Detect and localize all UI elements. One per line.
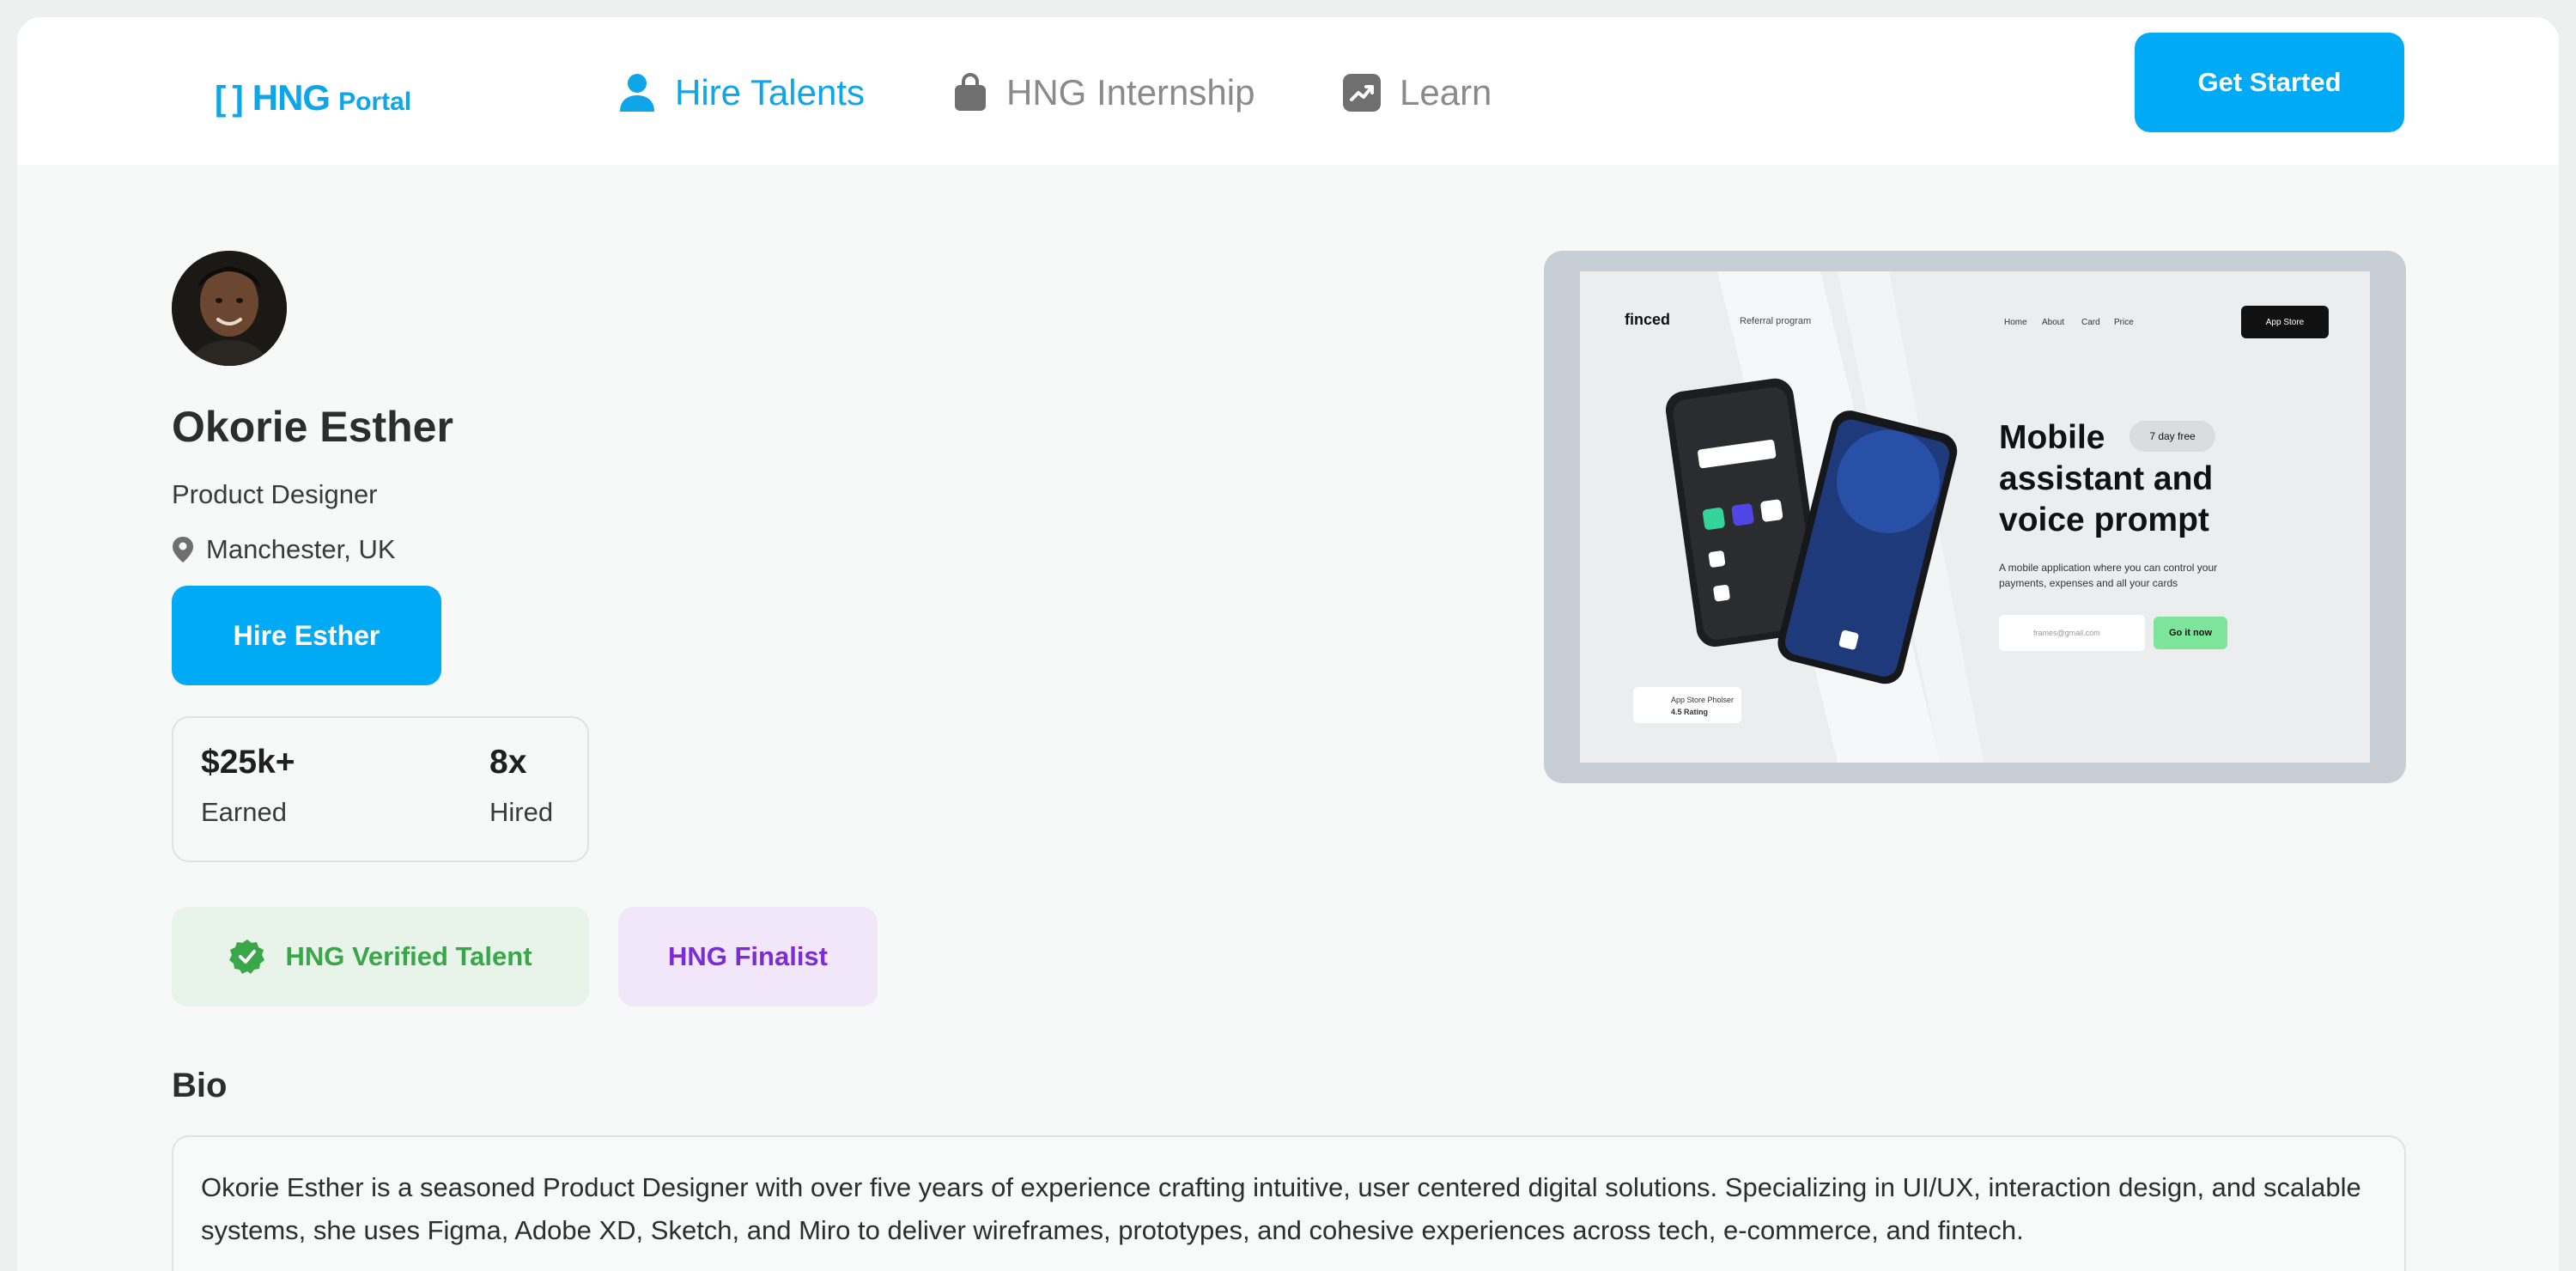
mockup-nav-about: About — [2042, 318, 2065, 327]
mockup-rating-title: App Store Pholser — [1671, 696, 1735, 704]
mockup-email-input: frames@gmail.com — [1999, 615, 2145, 651]
talent-role: Product Designer — [172, 479, 378, 509]
location-pin-icon — [173, 537, 193, 563]
nav-learn-label: Learn — [1400, 72, 1492, 113]
mockup-headline: Mobile assistant and voice prompt — [1999, 419, 2214, 538]
talent-name: Okorie Esther — [172, 403, 453, 451]
stats-card: $25k+ Earned 8x Hired — [172, 716, 589, 862]
get-started-button[interactable]: Get Started — [2135, 33, 2404, 132]
logo-main-text: HNG — [252, 77, 331, 118]
mockup-nav-home: Home — [2004, 318, 2027, 327]
mockup-go-button: Go it now — [2154, 617, 2227, 649]
avatar — [172, 251, 287, 366]
bio-card: Okorie Esther is a seasoned Product Desi… — [172, 1135, 2406, 1271]
mockup-nav-price: Price — [2114, 318, 2134, 327]
nav-hire-talents-label: Hire Talents — [675, 72, 865, 113]
talent-location: Manchester, UK — [172, 534, 396, 565]
avatar-portrait-icon — [172, 251, 287, 366]
nav-hng-internship[interactable]: HNG Internship — [953, 72, 1255, 113]
mockup-rating-card: App Store Pholser 4.5 Rating — [1633, 687, 1741, 723]
portfolio-preview[interactable]: finced Referral program Home About Card … — [1544, 251, 2406, 783]
portfolio-mockup-image: finced Referral program Home About Card … — [1580, 271, 2370, 763]
bio-heading: Bio — [172, 1067, 228, 1104]
logo-bracket: [ ] — [215, 80, 244, 118]
verified-check-icon — [229, 940, 265, 974]
mockup-appstore-badge: App Store — [2241, 306, 2329, 338]
mockup-brand: finced — [1625, 311, 1671, 328]
shopping-bag-icon — [955, 73, 986, 111]
stat-earned-label: Earned — [201, 797, 287, 827]
app-frame: [ ] HNG Portal Hire Talents HNG Internsh… — [17, 17, 2559, 1271]
mockup-subtitle: A mobile application where you can contr… — [1999, 562, 2218, 589]
talent-location-text: Manchester, UK — [206, 534, 396, 564]
finalist-badge: HNG Finalist — [618, 907, 878, 1006]
nav-hng-internship-label: HNG Internship — [1006, 72, 1255, 113]
hng-portal-logo[interactable]: [ ] HNG Portal — [215, 77, 411, 119]
verified-talent-badge: HNG Verified Talent — [172, 907, 589, 1006]
nav-learn[interactable]: Learn — [1343, 72, 1492, 113]
user-icon — [620, 74, 654, 112]
mockup-nav-card: Card — [2081, 318, 2100, 327]
nav-hire-talents[interactable]: Hire Talents — [618, 72, 865, 113]
trending-chart-icon — [1343, 74, 1381, 112]
stat-earned: $25k+ Earned — [201, 744, 295, 828]
bio-text: Okorie Esther is a seasoned Product Desi… — [201, 1172, 2361, 1245]
top-navbar: [ ] HNG Portal Hire Talents HNG Internsh… — [17, 17, 2559, 165]
logo-sub-text: Portal — [338, 88, 412, 116]
stat-hired-label: Hired — [489, 797, 554, 827]
hire-talent-button[interactable]: Hire Esther — [172, 586, 441, 685]
mockup-rating-value: 4.5 Rating — [1671, 708, 1709, 716]
stat-earned-value: $25k+ — [201, 744, 295, 781]
finalist-label: HNG Finalist — [667, 941, 828, 971]
stat-hired-value: 8x — [489, 744, 527, 781]
stat-hired: 8x Hired — [489, 744, 553, 828]
verified-talent-label: HNG Verified Talent — [285, 941, 532, 971]
mockup-pill: 7 day free — [2129, 421, 2215, 452]
mockup-referral: Referral program — [1740, 316, 1812, 326]
